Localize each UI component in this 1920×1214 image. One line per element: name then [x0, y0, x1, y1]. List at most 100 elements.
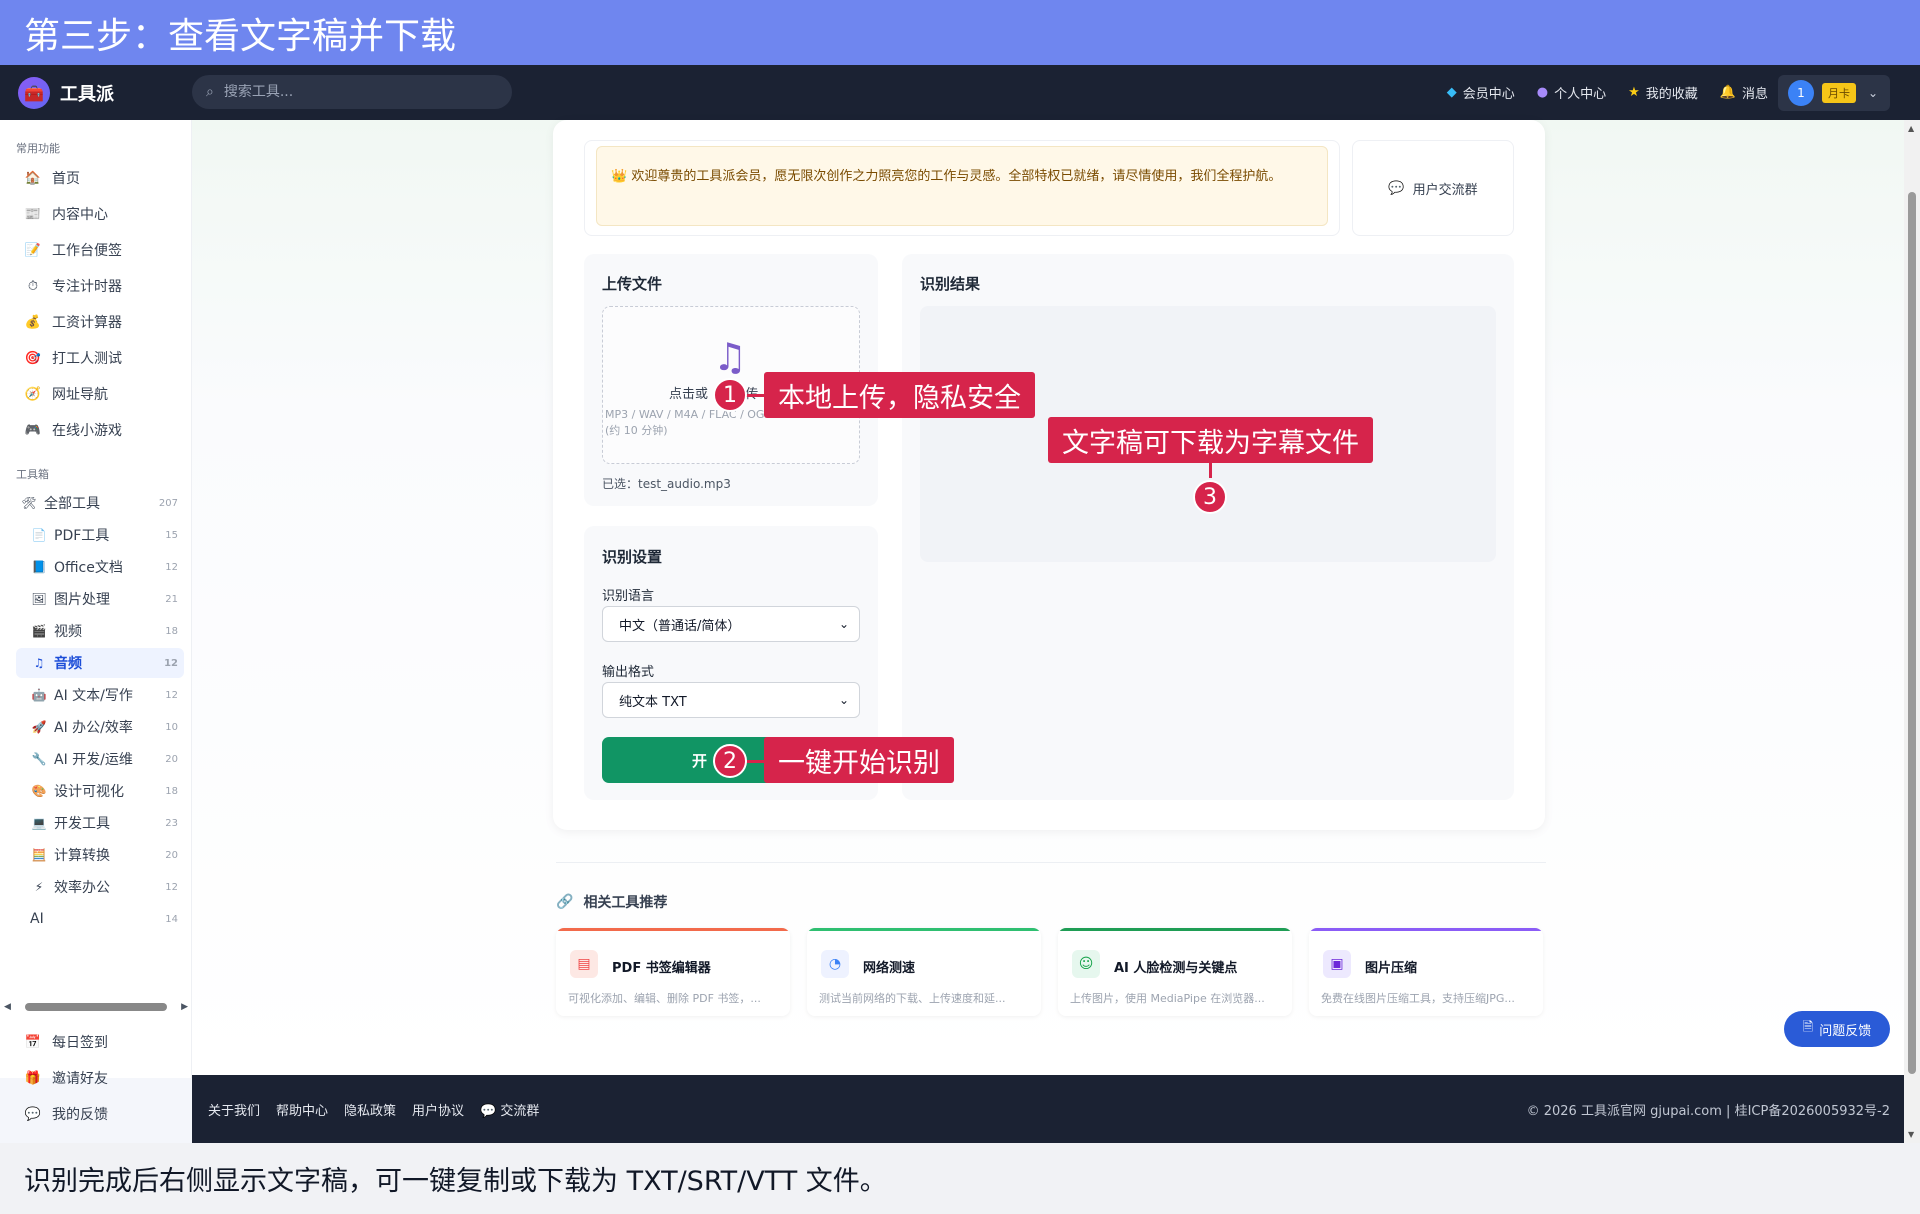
news-icon: 📰 [24, 206, 42, 222]
language-select[interactable]: 中文（普通话/简体） ⌄ [602, 606, 860, 642]
tool-calc[interactable]: 🧮 计算转换 20 [30, 840, 184, 870]
caption-text: 识别完成后右侧显示文字稿，可一键复制或下载为 TXT/SRT/VTT 文件。 [24, 1166, 887, 1197]
music-note-icon: ♫ [33, 656, 45, 670]
related-card-face-detect[interactable]: ☺ AI 人脸检测与关键点 上传图片，使用 MediaPipe 在浏览器... [1058, 928, 1292, 1016]
tool-all[interactable]: 🛠 全部工具 207 [20, 488, 184, 518]
chevron-down-icon: ⌄ [1868, 86, 1879, 100]
speech-bubble-icon: 💬 [24, 1106, 42, 1122]
sidebar-item-invite[interactable]: 🎁 邀请好友 [24, 1068, 108, 1088]
scroll-thumb[interactable] [24, 1003, 167, 1011]
tool-pdf[interactable]: 📄 PDF工具 15 [30, 520, 184, 550]
top-header: 🧰 工具派 ⌕ ◆会员中心 ●个人中心 ★我的收藏 🔔消息 1 月卡 ⌄ [0, 65, 1920, 120]
tool-ai-writing[interactable]: 🤖 AI 文本/写作 12 [30, 680, 184, 710]
sidebar-item-home[interactable]: 🏠 首页 [24, 168, 80, 188]
selected-file: 已选：test_audio.mp3 [602, 477, 731, 491]
sidebar-item-notes[interactable]: 📝 工作台便签 [24, 240, 122, 260]
scroll-left-icon[interactable]: ◀ [4, 1002, 11, 1012]
tool-ai[interactable]: AI 14 [30, 904, 184, 934]
search-box[interactable]: ⌕ [192, 75, 512, 109]
footer-link-terms[interactable]: 用户协议 [412, 1100, 464, 1119]
gamepad-icon: 🎮 [24, 422, 42, 438]
footer-link-privacy[interactable]: 隐私政策 [344, 1100, 396, 1119]
search-input[interactable] [223, 84, 484, 100]
nav-profile[interactable]: ● 个人中心 [1537, 83, 1606, 102]
related-card-pdf-bookmark[interactable]: ▤ PDF 书签编辑器 可视化添加、编辑、删除 PDF 书签，... [556, 928, 790, 1016]
feedback-button[interactable]: 🗎 问题反馈 [1784, 1011, 1890, 1047]
palette-icon: 🎨 [31, 784, 47, 798]
tool-ai-dev[interactable]: 🔧 AI 开发/运维 20 [30, 744, 184, 774]
target-icon: 🎯 [24, 350, 42, 366]
footer-links: 关于我们 帮助中心 隐私政策 用户协议 💬 交流群 [208, 1100, 539, 1119]
tool-video[interactable]: 🎬 视频 18 [30, 616, 184, 646]
sidebar-item-checkin[interactable]: 📅 每日签到 [24, 1032, 108, 1052]
scroll-right-icon[interactable]: ▶ [181, 1002, 188, 1012]
nav-favorites[interactable]: ★ 我的收藏 [1628, 83, 1698, 102]
music-note-icon: ♫ [713, 335, 748, 379]
bell-icon: 🔔 [1719, 85, 1736, 100]
card-accent-bar [807, 928, 1041, 931]
user-menu[interactable]: 1 月卡 ⌄ [1778, 75, 1890, 111]
avatar: 1 [1788, 80, 1814, 106]
format-select[interactable]: 纯文本 TXT ⌄ [602, 682, 860, 718]
lightning-icon: ⚡ [34, 880, 44, 894]
copyright: © 2026 工具派官网 gjupai.com | 桂ICP备202600593… [1526, 1103, 1890, 1119]
welcome-notice: 👑 欢迎尊贵的工具派会员，愿无限次创作之力照亮您的工作与灵感。全部特权已就绪，请… [596, 146, 1328, 226]
format-label: 输出格式 [602, 665, 655, 680]
page-vertical-scrollbar[interactable]: ▲ ▼ [1904, 120, 1920, 1143]
sidebar-item-url-nav[interactable]: 🧭 网址导航 [24, 384, 108, 404]
sidebar-item-feedback[interactable]: 💬 我的反馈 [24, 1104, 108, 1124]
tool-efficiency[interactable]: ⚡ 效率办公 12 [30, 872, 184, 902]
robot-icon: 🤖 [31, 688, 47, 702]
upload-title: 上传文件 [602, 275, 663, 293]
smile-icon: ☺ [1072, 950, 1100, 978]
tool-dev[interactable]: 💻 开发工具 23 [30, 808, 184, 838]
brand-name[interactable]: 工具派 [60, 80, 114, 106]
nav-vip-center[interactable]: ◆ 会员中心 [1447, 83, 1515, 102]
user-group-button[interactable]: 💬 用户交流群 [1352, 140, 1514, 236]
clapper-icon: 🎬 [31, 624, 47, 638]
nav-messages[interactable]: 🔔 消息 [1720, 83, 1768, 102]
bottom-caption: 识别完成后右侧显示文字稿，可一键复制或下载为 TXT/SRT/VTT 文件。 [0, 1143, 1920, 1214]
speech-bubble-icon: 💬 [1388, 180, 1405, 196]
tool-ai-office[interactable]: 🚀 AI 办公/效率 10 [30, 712, 184, 742]
top-nav: ◆ 会员中心 ● 个人中心 ★ 我的收藏 🔔 消息 [1447, 65, 1768, 120]
related-card-image-compress[interactable]: ▣ 图片压缩 免费在线图片压缩工具，支持压缩JPG... [1309, 928, 1543, 1016]
footer-link-group[interactable]: 💬 交流群 [480, 1100, 539, 1119]
scroll-thumb[interactable] [1908, 192, 1916, 1074]
footer: 关于我们 帮助中心 隐私政策 用户协议 💬 交流群 © 2026 工具派官网 g… [192, 1075, 1904, 1143]
rocket-icon: 🚀 [31, 720, 47, 734]
membership-badge: 月卡 [1822, 83, 1856, 103]
related-card-speedtest[interactable]: ◔ 网络测速 测试当前网络的下载、上传速度和延... [807, 928, 1041, 1016]
timer-icon: ⏱ [27, 278, 39, 294]
sidebar-item-games[interactable]: 🎮 在线小游戏 [24, 420, 122, 440]
sidebar-item-content[interactable]: 📰 内容中心 [24, 204, 108, 224]
tool-design[interactable]: 🎨 设计可视化 18 [30, 776, 184, 806]
wrench-icon: 🔧 [31, 752, 47, 766]
sidebar-section-common: 常用功能 [16, 142, 60, 155]
footer-link-about[interactable]: 关于我们 [208, 1100, 260, 1119]
money-bag-icon: 💰 [24, 314, 42, 330]
scroll-up-icon[interactable]: ▲ [1908, 124, 1914, 133]
compress-icon: ▣ [1323, 950, 1351, 978]
sidebar-item-timer[interactable]: ⏱ 专注计时器 [24, 276, 122, 296]
tool-audio[interactable]: ♫ 音频 12 [16, 648, 184, 678]
welcome-text: 👑 欢迎尊贵的工具派会员，愿无限次创作之力照亮您的工作与灵感。全部特权已就绪，请… [611, 169, 1282, 184]
compass-icon: 🧭 [24, 386, 42, 402]
sidebar-horizontal-scrollbar[interactable]: ◀ ▶ [4, 1000, 188, 1014]
link-icon: 🔗 [556, 894, 574, 910]
chevron-down-icon: ⌄ [838, 693, 849, 707]
sidebar-item-worker-test[interactable]: 🎯 打工人测试 [24, 348, 122, 368]
star-icon: ★ [1628, 85, 1640, 100]
scroll-down-icon[interactable]: ▼ [1908, 1130, 1914, 1139]
sidebar: 常用功能 🏠 首页 📰 内容中心 📝 工作台便签 ⏱ 专注计时器 💰 工资计算器 🎯 打工人… [0, 120, 192, 1123]
calendar-icon: 📅 [24, 1034, 42, 1050]
callout-connector-1 [744, 394, 766, 397]
sidebar-item-salary[interactable]: 💰 工资计算器 [24, 312, 122, 332]
step-marker-2: 2 [713, 744, 747, 778]
related-tools-title: 🔗 相关工具推荐 [556, 894, 668, 911]
result-title: 识别结果 [920, 275, 981, 293]
tool-image[interactable]: 🖼 图片处理 21 [30, 584, 184, 614]
footer-link-help[interactable]: 帮助中心 [276, 1100, 328, 1119]
tool-office[interactable]: 📘 Office文档 12 [30, 552, 184, 582]
logo-icon[interactable]: 🧰 [18, 77, 50, 109]
